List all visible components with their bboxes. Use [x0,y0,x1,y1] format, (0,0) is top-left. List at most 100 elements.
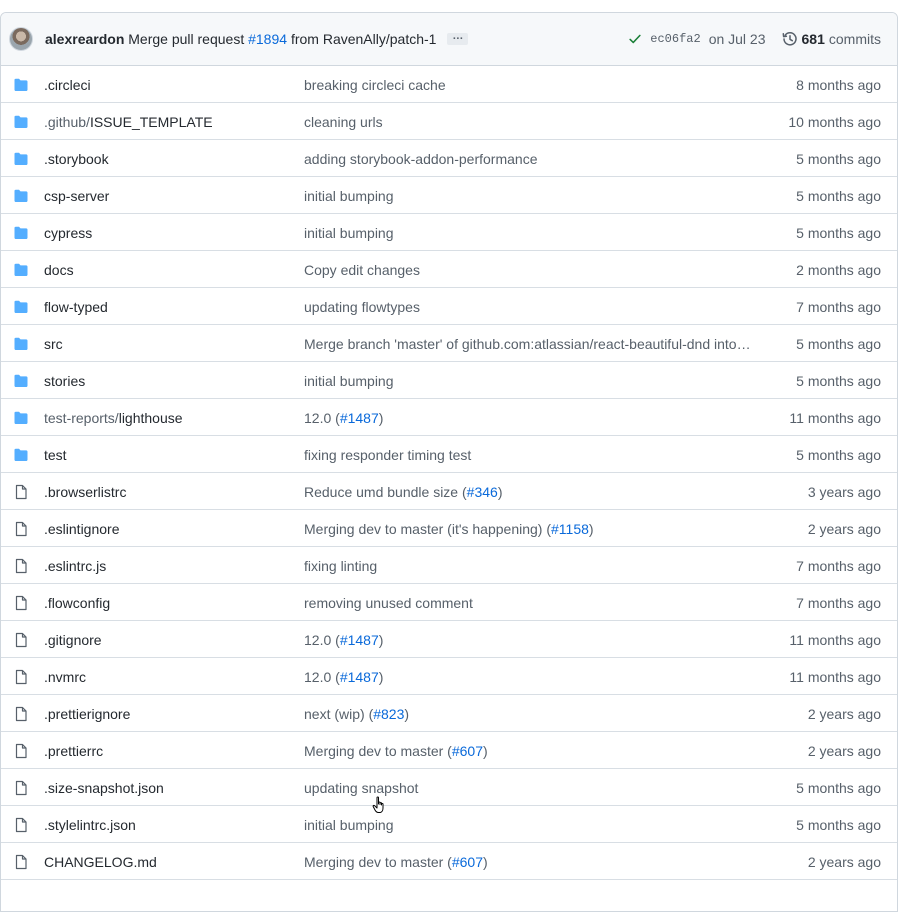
file-name[interactable]: test [44,447,67,463]
file-name[interactable]: flow-typed [44,299,108,315]
file-name[interactable]: .nvmrc [44,669,86,685]
file-name[interactable]: .eslintrc.js [44,558,106,574]
commit-message-text[interactable]: cleaning urls [304,114,383,130]
commit-message-text[interactable]: 12.0 ( [304,669,340,685]
file-name[interactable]: ISSUE_TEMPLATE [90,114,213,130]
file-name[interactable]: docs [44,262,74,278]
file-name[interactable]: .size-snapshot.json [44,780,164,796]
file-name[interactable]: .prettierrc [44,743,103,759]
commit-message-link[interactable]: 12.0 (#1487) [304,410,766,426]
commit-pr-link[interactable]: #607 [452,854,483,870]
file-name[interactable]: .browserlistrc [44,484,126,500]
file-name[interactable]: csp-server [44,188,109,204]
file-name[interactable]: .flowconfig [44,595,110,611]
file-name-link[interactable]: test [44,447,67,463]
file-name-link[interactable]: .prettierrc [44,743,103,759]
file-name[interactable]: .circleci [44,77,91,93]
commit-pr-link[interactable]: #1487 [340,669,379,685]
commit-message-text[interactable]: removing unused comment [304,595,473,611]
file-name[interactable]: lighthouse [119,410,183,426]
file-name-link[interactable]: .browserlistrc [44,484,126,500]
commit-message-link[interactable]: initial bumping [304,373,766,389]
file-path-prefix[interactable]: test-reports/ [44,410,119,426]
file-name-link[interactable]: stories [44,373,85,389]
commit-message-prefix[interactable]: Merge pull request [128,31,244,47]
commit-message-link[interactable]: adding storybook-addon-performance [304,151,766,167]
file-name-link[interactable]: .size-snapshot.json [44,780,164,796]
commit-pr-link[interactable]: #346 [467,484,498,500]
file-name-link[interactable]: .prettierignore [44,706,130,722]
commit-message-link[interactable]: cleaning urls [304,114,766,130]
commit-message-link[interactable]: Merging dev to master (#607) [304,743,766,759]
commit-message-text[interactable]: fixing linting [304,558,377,574]
avatar[interactable] [9,27,33,51]
commit-message-link[interactable]: initial bumping [304,188,766,204]
commit-message-text[interactable]: next (wip) ( [304,706,373,722]
commit-message-text[interactable]: 12.0 ( [304,410,340,426]
commit-message-link[interactable]: Merging dev to master (it's happening) (… [304,521,766,537]
commit-message-link[interactable]: next (wip) (#823) [304,706,766,722]
file-name[interactable]: .stylelintrc.json [44,817,136,833]
file-name-link[interactable]: .nvmrc [44,669,86,685]
commit-message-text[interactable]: 12.0 ( [304,632,340,648]
file-name[interactable]: src [44,336,63,352]
commit-pr-link[interactable]: #1894 [248,31,287,47]
file-name-link[interactable]: .flowconfig [44,595,110,611]
file-name[interactable]: .storybook [44,151,109,167]
commits-link-label[interactable]: commits [829,31,881,47]
file-name-link[interactable]: .stylelintrc.json [44,817,136,833]
commit-message-text[interactable]: Merge branch 'master' of github.com:atla… [304,336,751,352]
commit-message-link[interactable]: 12.0 (#1487) [304,632,766,648]
commit-pr-link[interactable]: #1158 [551,521,589,537]
check-icon[interactable] [628,32,642,46]
commit-message-text[interactable]: Reduce umd bundle size ( [304,484,467,500]
commit-message-link[interactable]: 12.0 (#1487) [304,669,766,685]
commit-message-text[interactable]: updating snapshot [304,780,418,796]
commit-message-text[interactable]: initial bumping [304,817,394,833]
file-path-prefix[interactable]: .github/ [44,114,90,130]
file-name[interactable]: .prettierignore [44,706,130,722]
commit-message-link[interactable]: Merging dev to master (#607) [304,854,766,870]
commit-sha-link[interactable]: ec06fa2 [650,32,700,46]
file-name[interactable]: .gitignore [44,632,102,648]
file-name-link[interactable]: docs [44,262,74,278]
file-name-link[interactable]: .storybook [44,151,109,167]
commit-message-link[interactable]: updating flowtypes [304,299,766,315]
commit-message-link[interactable]: Reduce umd bundle size (#346) [304,484,766,500]
commit-message-text[interactable]: initial bumping [304,373,394,389]
commit-pr-link[interactable]: #1487 [340,632,379,648]
file-name-link[interactable]: .circleci [44,77,91,93]
commit-message-text[interactable]: Merging dev to master ( [304,854,452,870]
expand-commit-message-button[interactable]: … [447,31,469,46]
file-name[interactable]: cypress [44,225,92,241]
commit-message-text[interactable]: Merging dev to master (it's happening) ( [304,521,551,537]
file-name[interactable]: .eslintignore [44,521,120,537]
file-name[interactable]: stories [44,373,85,389]
commit-message-text[interactable]: Copy edit changes [304,262,420,278]
file-name-link[interactable]: .github/ISSUE_TEMPLATE [44,114,213,130]
file-name-link[interactable]: .gitignore [44,632,102,648]
commit-message-link[interactable]: removing unused comment [304,595,766,611]
commit-message-link[interactable]: breaking circleci cache [304,77,766,93]
commit-message-link[interactable]: initial bumping [304,817,766,833]
commit-message-link[interactable]: initial bumping [304,225,766,241]
commit-message-suffix[interactable]: from RavenAlly/patch-1 [291,31,437,47]
commit-message-text[interactable]: updating flowtypes [304,299,420,315]
commit-author-link[interactable]: alexreardon [45,31,124,47]
file-name-link[interactable]: .eslintrc.js [44,558,106,574]
file-name-link[interactable]: src [44,336,63,352]
commit-message-text[interactable]: Merging dev to master ( [304,743,452,759]
commit-count[interactable]: 681 [802,31,825,47]
commit-message-text[interactable]: adding storybook-addon-performance [304,151,537,167]
commit-pr-link[interactable]: #823 [373,706,404,722]
commit-message-text[interactable]: fixing responder timing test [304,447,471,463]
commit-message-link[interactable]: updating snapshot [304,780,766,796]
commit-pr-link[interactable]: #607 [452,743,483,759]
file-name-link[interactable]: csp-server [44,188,109,204]
commit-message-link[interactable]: fixing responder timing test [304,447,766,463]
commit-pr-link[interactable]: #1487 [340,410,379,426]
file-name-link[interactable]: .eslintignore [44,521,120,537]
file-name[interactable]: CHANGELOG.md [44,854,157,870]
file-name-link[interactable]: test-reports/lighthouse [44,410,183,426]
file-name-link[interactable]: flow-typed [44,299,108,315]
